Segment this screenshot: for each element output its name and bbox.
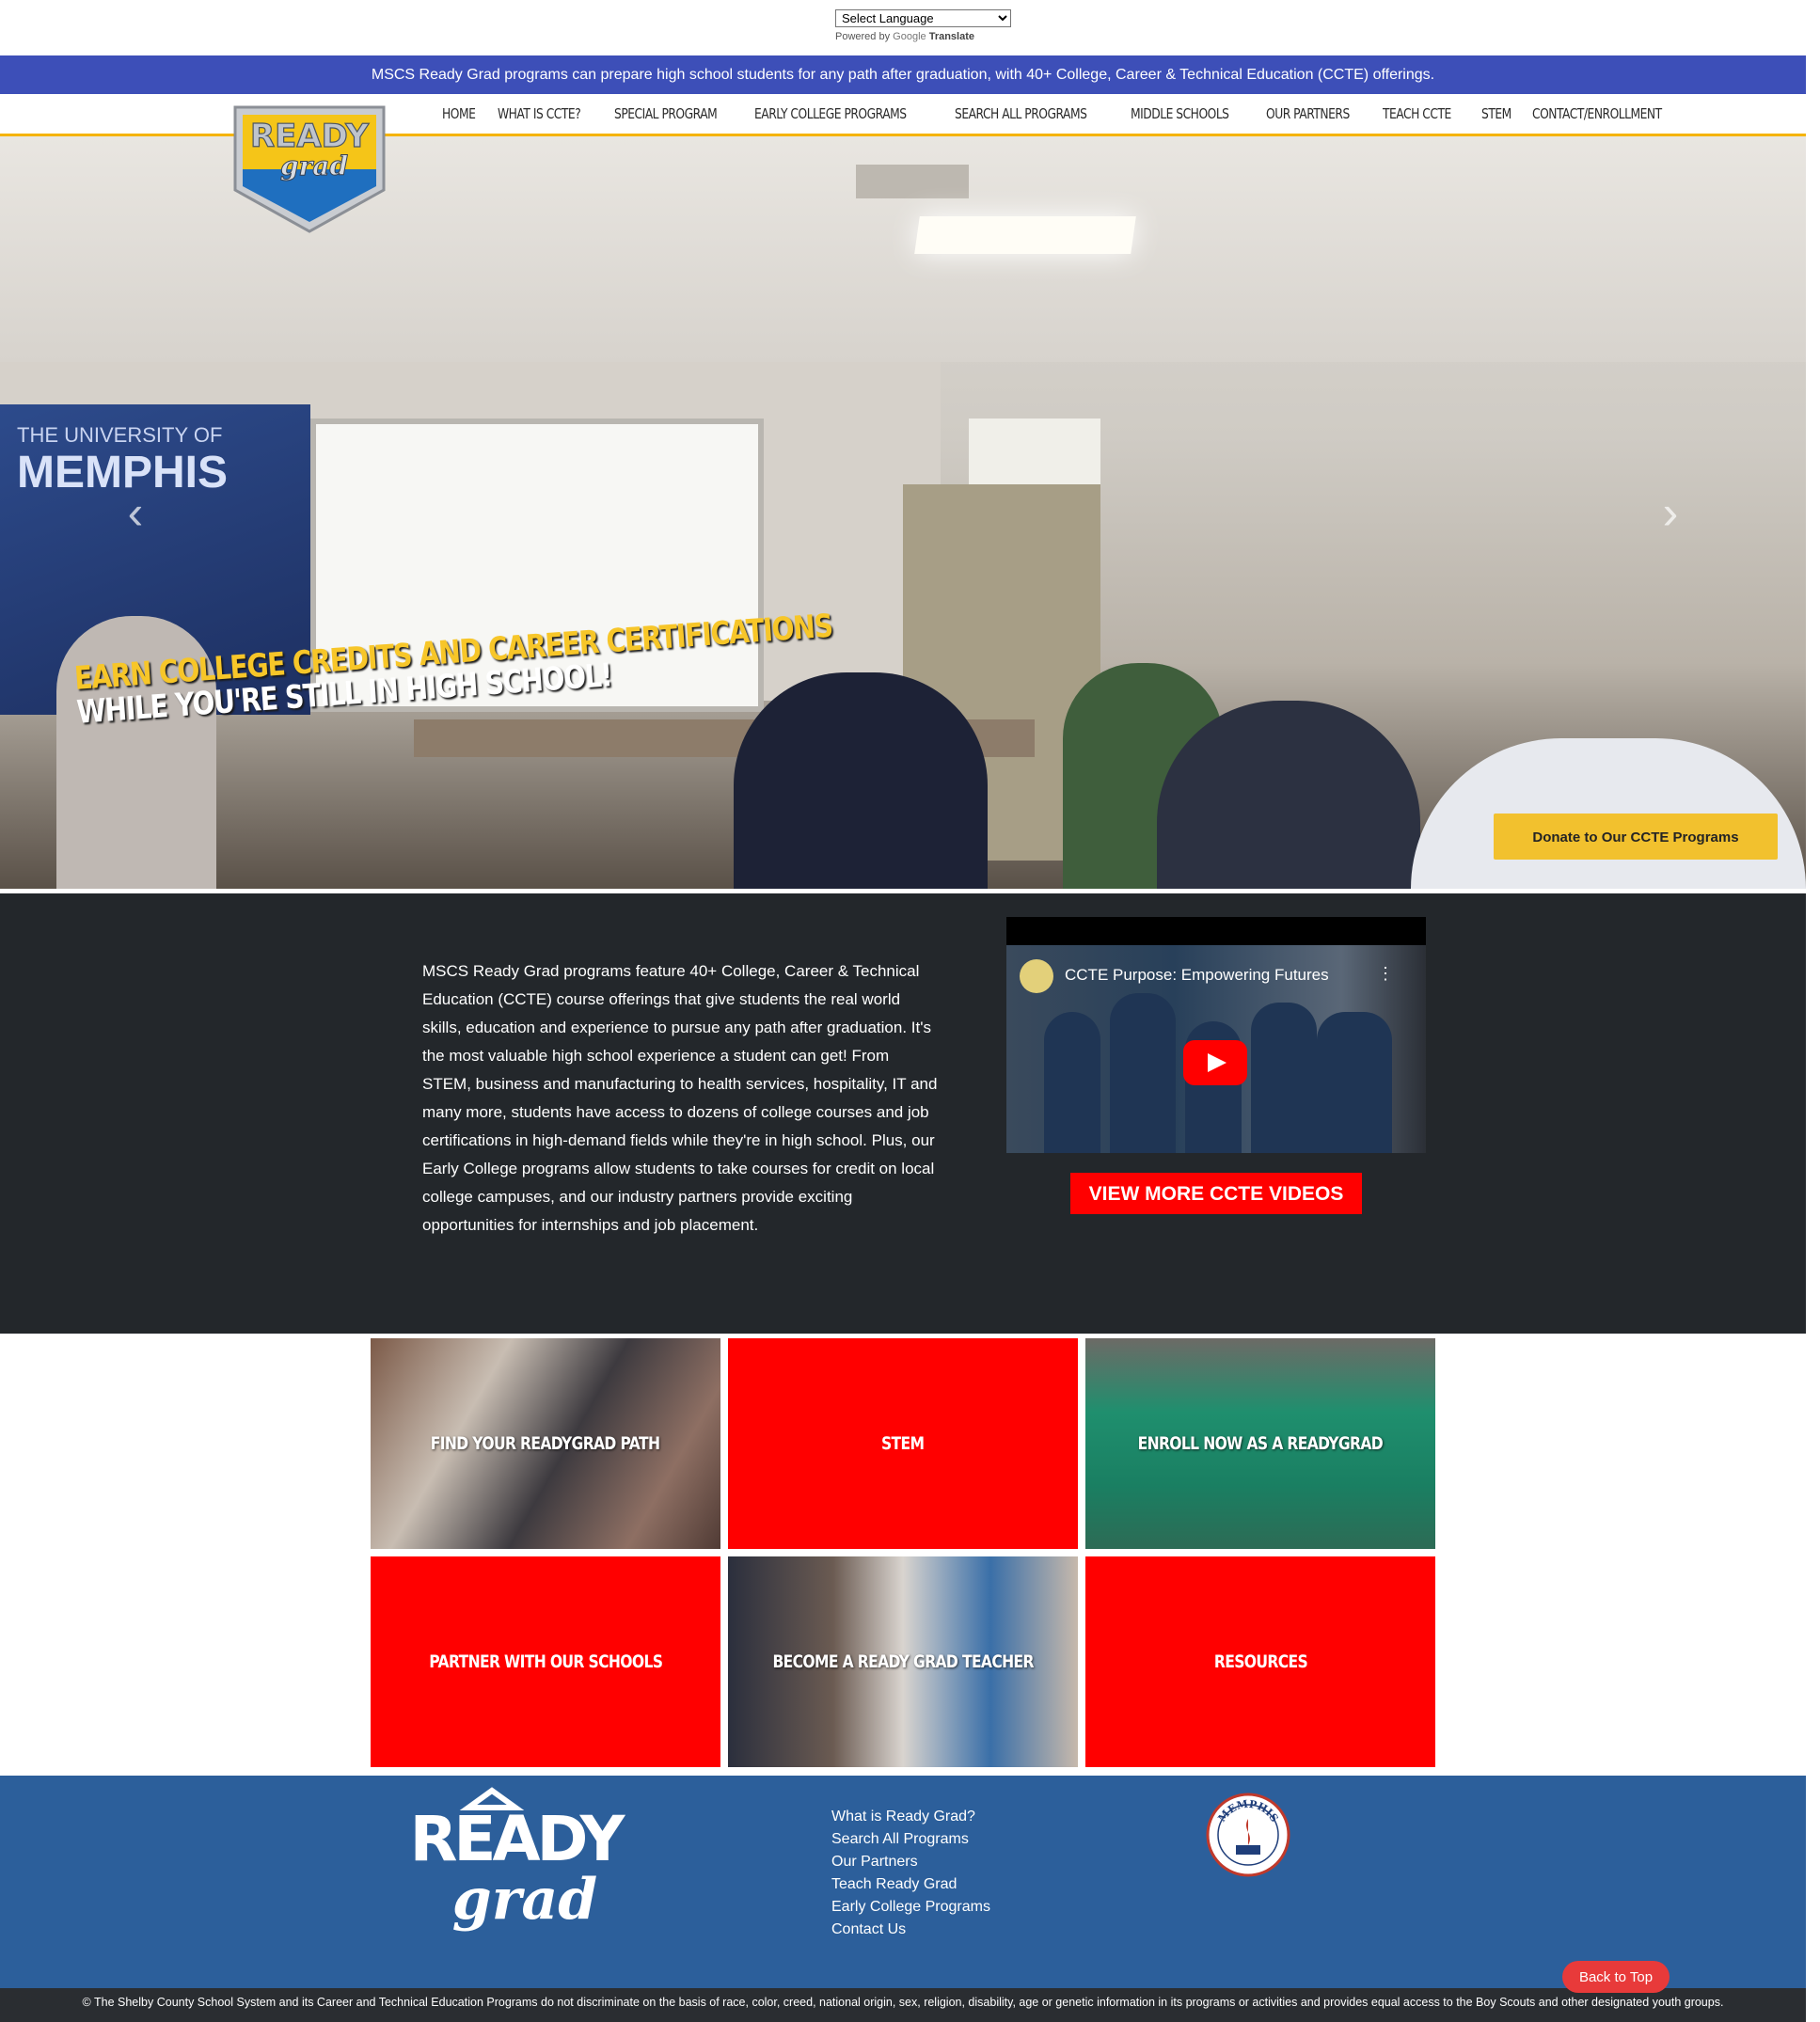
hero-student [734, 672, 988, 889]
tile-partner[interactable]: PARTNER WITH OUR SCHOOLS [371, 1556, 720, 1767]
video-figure [1044, 1012, 1100, 1153]
logo-ready-text: READY [250, 118, 369, 155]
nav-home[interactable]: HOME [442, 105, 476, 122]
memphis-schools-seal[interactable]: MEMPHIS [1206, 1793, 1290, 1877]
intro-section: MSCS Ready Grad programs feature 40+ Col… [0, 893, 1806, 1334]
announcement-bar: MSCS Ready Grad programs can prepare hig… [0, 55, 1806, 94]
nav-teach-ccte[interactable]: TEACH CCTE [1383, 105, 1451, 122]
channel-avatar[interactable] [1020, 959, 1053, 993]
intro-text: MSCS Ready Grad programs feature 40+ Col… [422, 962, 938, 1234]
powered-by-google: Powered by Google Translate [835, 31, 1011, 42]
footer-link-partners[interactable]: Our Partners [831, 1851, 990, 1873]
footer-links: What is Ready Grad? Search All Programs … [831, 1806, 990, 1941]
google-logo-text: Google [893, 31, 926, 42]
youtube-video-embed[interactable]: CCTE Purpose: Empowering Futures ⋮ [1006, 917, 1426, 1153]
nav-our-partners[interactable]: OUR PARTNERS [1266, 105, 1350, 122]
footer-link-what-is[interactable]: What is Ready Grad? [831, 1806, 990, 1828]
footer-ready-grad-logo[interactable]: READY grad [379, 1787, 652, 1937]
footer-link-search[interactable]: Search All Programs [831, 1828, 990, 1851]
page-scrollbar[interactable] [1806, 0, 1820, 2022]
tile-label: BECOME A READY GRAD TEACHER [772, 1651, 1034, 1672]
video-top-bar [1006, 917, 1426, 945]
chevron-right-icon[interactable]: › [1652, 489, 1689, 536]
nav-what-is-ccte[interactable]: WHAT IS CCTE? [498, 105, 581, 122]
translate-link[interactable]: Translate [929, 31, 974, 42]
nav-special-program[interactable]: SPECIAL PROGRAM [614, 105, 718, 122]
donate-button[interactable]: Donate to Our CCTE Programs [1494, 814, 1778, 860]
footer-logo-ready: READY [410, 1803, 626, 1875]
tile-find-your-path[interactable]: FIND YOUR READYGRAD PATH [371, 1338, 720, 1549]
chevron-left-icon[interactable]: ‹ [117, 489, 154, 536]
tile-stem[interactable]: STEM [728, 1338, 1078, 1549]
tile-become-teacher[interactable]: BECOME A READY GRAD TEACHER [728, 1556, 1078, 1767]
nav-stem[interactable]: STEM [1481, 105, 1511, 122]
footer-link-early-college[interactable]: Early College Programs [831, 1896, 990, 1919]
footer-link-teach[interactable]: Teach Ready Grad [831, 1873, 990, 1896]
language-widget: Select Language Powered by Google Transl… [835, 9, 1011, 42]
tile-enroll-now[interactable]: ENROLL NOW AS A READYGRAD [1085, 1338, 1435, 1549]
hero-carousel: THE UNIVERSITY OF MEMPHIS EARN COLLEGE C… [0, 136, 1806, 889]
play-icon[interactable] [1183, 1040, 1247, 1085]
tile-label: ENROLL NOW AS A READYGRAD [1137, 1433, 1384, 1454]
powered-by-text: Powered by [835, 31, 891, 42]
tile-label: STEM [881, 1433, 925, 1454]
nav-contact-enrollment[interactable]: CONTACT/ENROLLMENT [1532, 105, 1662, 122]
ready-grad-logo[interactable]: READY grad [231, 103, 388, 235]
video-figure [1110, 993, 1176, 1153]
tv-university-text: THE UNIVERSITY OF [17, 423, 223, 447]
hero-light [914, 216, 1136, 254]
page: Select Language Powered by Google Transl… [0, 0, 1820, 2022]
main-nav: HOME WHAT IS CCTE? SPECIAL PROGRAM EARLY… [442, 94, 1705, 134]
language-select[interactable]: Select Language [835, 9, 1011, 27]
nav-search-all-programs[interactable]: SEARCH ALL PROGRAMS [955, 105, 1087, 122]
footer-logo-grad: grad [452, 1867, 597, 1933]
nav-middle-schools[interactable]: MIDDLE SCHOOLS [1131, 105, 1229, 122]
tile-label: PARTNER WITH OUR SCHOOLS [428, 1651, 663, 1672]
hero-boxes [969, 419, 1100, 489]
view-more-videos-button[interactable]: VIEW MORE CCTE VIDEOS [1070, 1173, 1362, 1214]
back-to-top-button[interactable]: Back to Top [1562, 1961, 1670, 1993]
logo-grad-text: grad [280, 150, 348, 182]
video-title[interactable]: CCTE Purpose: Empowering Futures [1065, 966, 1329, 985]
hero-vent [856, 165, 969, 198]
more-options-icon[interactable]: ⋮ [1377, 964, 1394, 984]
tile-label: RESOURCES [1213, 1651, 1307, 1672]
footer: READY grad What is Ready Grad? Search Al… [0, 1776, 1806, 1988]
video-figure [1317, 1012, 1392, 1153]
tile-resources[interactable]: RESOURCES [1085, 1556, 1435, 1767]
nav-early-college-programs[interactable]: EARLY COLLEGE PROGRAMS [754, 105, 907, 122]
tile-label: FIND YOUR READYGRAD PATH [431, 1433, 660, 1454]
nondiscrimination-notice: © The Shelby County School System and it… [0, 1988, 1806, 2022]
footer-link-contact[interactable]: Contact Us [831, 1919, 990, 1941]
video-figure [1251, 1003, 1317, 1153]
